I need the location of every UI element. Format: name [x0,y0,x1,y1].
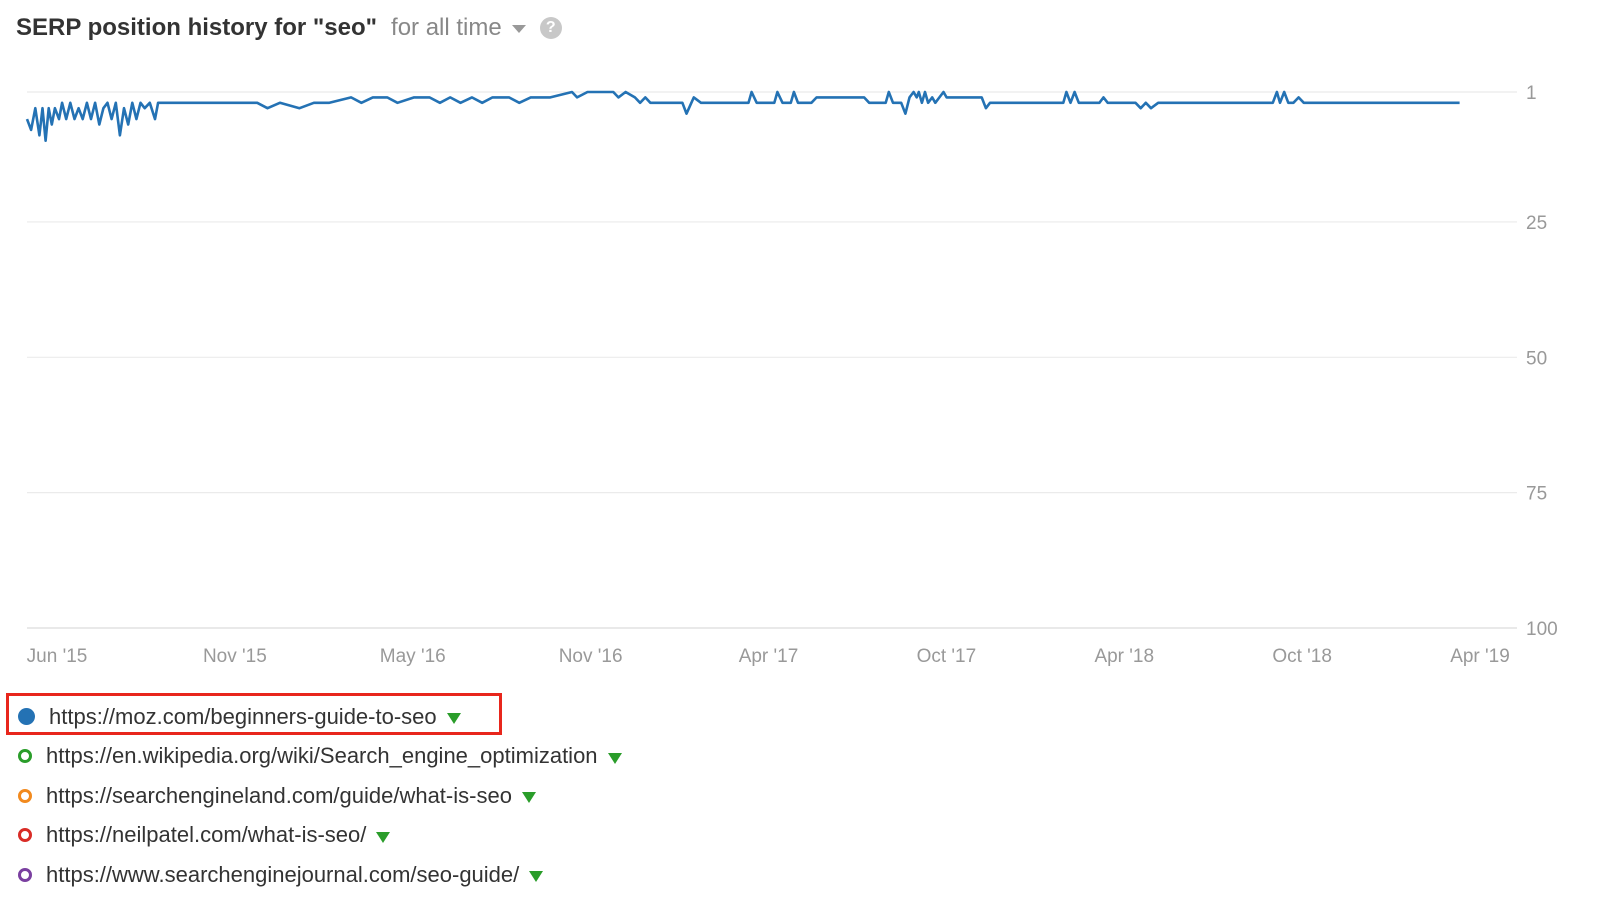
grid-lines [27,91,1517,629]
x-tick-label: Oct '18 [1272,646,1332,667]
time-range-label: for all time [391,14,502,41]
position-history-chart: 1 25 50 75 100 Jun '15 Nov '15 May '16 Nov '16 A… [25,83,1558,667]
x-tick-label: Apr '18 [1094,646,1154,667]
x-tick-label: Nov '15 [203,646,267,667]
legend-label: https://www.searchenginejournal.com/seo-… [46,861,520,887]
caret-down-icon[interactable] [446,713,461,725]
legend: https://moz.com/beginners-guide-to-seo ht… [6,693,622,895]
series-marker-icon [18,708,35,726]
caret-down-icon[interactable] [376,831,391,843]
series-marker-icon [18,828,32,843]
series-line [25,90,1460,142]
y-tick-label: 1 [1526,83,1537,104]
y-tick-label: 25 [1526,213,1547,234]
x-tick-label: Jun '15 [27,646,88,667]
legend-item[interactable]: https://moz.com/beginners-guide-to-seo [6,693,622,737]
series-marker-icon [18,867,32,882]
y-axis-ticks: 1 25 50 75 100 [1526,83,1558,640]
x-tick-label: Nov '16 [559,646,623,667]
chevron-down-icon [511,25,526,33]
legend-label: https://neilpatel.com/what-is-seo/ [46,822,367,848]
legend-label: https://moz.com/beginners-guide-to-seo [49,703,437,729]
x-tick-label: May '16 [380,646,446,667]
legend-label: https://searchengineland.com/guide/what-… [46,782,512,808]
y-tick-label: 75 [1526,484,1547,505]
chart-header: SERP position history for "seo" for all … [16,10,562,46]
x-tick-label: Apr '19 [1450,646,1510,667]
series-marker-icon [18,749,32,764]
caret-down-icon[interactable] [521,792,536,804]
caret-down-icon[interactable] [607,752,622,764]
y-tick-label: 100 [1526,619,1558,640]
caret-down-icon[interactable] [529,871,544,883]
time-range-dropdown[interactable]: for all time [391,14,526,42]
legend-item[interactable]: https://neilpatel.com/what-is-seo/ [12,816,622,856]
legend-item[interactable]: https://en.wikipedia.org/wiki/Search_eng… [12,737,622,777]
chart-title: SERP position history for "seo" [16,14,378,41]
x-tick-label: Apr '17 [739,646,799,667]
legend-item[interactable]: https://searchengineland.com/guide/what-… [12,776,622,816]
series-marker-icon [18,788,32,803]
x-axis-ticks: Jun '15 Nov '15 May '16 Nov '16 Apr '17 Oct '… [27,646,1510,667]
legend-item[interactable]: https://www.searchenginejournal.com/seo-… [12,855,622,895]
y-tick-label: 50 [1526,348,1547,369]
legend-label: https://en.wikipedia.org/wiki/Search_eng… [46,743,598,769]
series-layer [25,90,1460,142]
x-tick-label: Oct '17 [917,646,977,667]
help-icon[interactable]: ? [539,17,562,39]
